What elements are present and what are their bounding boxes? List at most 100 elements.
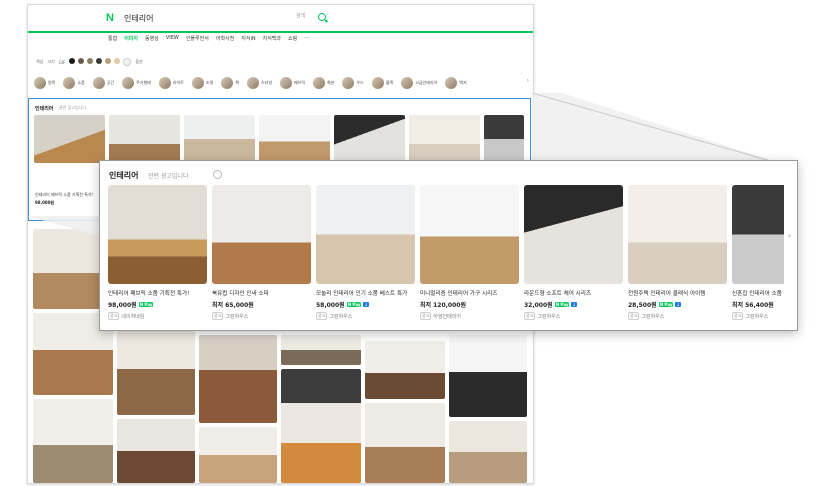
- tab-6[interactable]: 지식iN: [241, 35, 255, 42]
- keyword-chip[interactable]: 책: [221, 76, 242, 90]
- ad-store-name[interactable]: 그린하우스: [537, 313, 560, 320]
- result-image[interactable]: [281, 335, 361, 365]
- tab-7[interactable]: 지식백과: [263, 35, 281, 42]
- chevron-right-icon[interactable]: ›: [788, 231, 791, 240]
- ad-store-row: 광고 네이처네임: [108, 312, 207, 320]
- tab-2[interactable]: 동영상: [145, 35, 159, 42]
- keyword-chip-row: 원목 소품 공간 주거형태 라이트 조명 책 스타일 패브릭 화분 우드 블랙 고급인테리어 벽지: [34, 73, 529, 93]
- search-query[interactable]: 인테리어: [124, 13, 153, 24]
- ad-product-card[interactable]: 신혼집 인테리어 소품 최저 56,400원 광고 그린하우스: [732, 185, 784, 320]
- search-hint: 검색: [296, 13, 306, 19]
- color-swatch[interactable]: [123, 58, 132, 66]
- filter-option-label[interactable]: 옵션: [135, 59, 142, 65]
- naver-logo[interactable]: N: [106, 12, 114, 24]
- ad-product-title[interactable]: 라운드형 소프트 체어 시리즈: [524, 289, 623, 297]
- ad-product-title[interactable]: 전원주택 인테리어 클래식 아이템: [628, 289, 727, 297]
- color-swatch[interactable]: [87, 58, 94, 64]
- color-swatch[interactable]: [69, 58, 76, 64]
- ad-badge: 광고: [524, 312, 536, 320]
- ad-thumbnail[interactable]: [34, 115, 105, 163]
- ad-product-title[interactable]: 모놀리 인테리어 인기 소품 베스트 특가: [316, 289, 415, 297]
- ad-product-title[interactable]: 북유럽 디자인 인싸 소파: [212, 289, 311, 297]
- ad-product-price: 28,500원: [628, 302, 657, 309]
- result-image[interactable]: [449, 335, 527, 417]
- ad-product-title[interactable]: 미니멀리즘 인테리어 가구 시리즈: [420, 289, 519, 297]
- ad-product-card[interactable]: 라운드형 소프트 체어 시리즈 32,000원 N Pay ↓ 광고 그린하우스: [524, 185, 623, 320]
- ad-product-card[interactable]: 모놀리 인테리어 인기 소품 베스트 특가 58,000원 N Pay ↓ 광고 그린하우…: [316, 185, 415, 320]
- ad-thumbnail[interactable]: [409, 115, 480, 163]
- result-image[interactable]: [281, 369, 361, 483]
- result-image[interactable]: [199, 335, 277, 423]
- chip-thumbnail: [371, 77, 384, 89]
- ad-product-price-row: 최저 65,000원: [212, 300, 311, 309]
- keyword-chip[interactable]: 화분: [313, 76, 337, 90]
- result-image[interactable]: [33, 399, 113, 483]
- result-image[interactable]: [365, 403, 445, 483]
- ad-product-card[interactable]: 인테리어 패브릭 소품 기획전 특가! 98,000원 N Pay 광고 네이처네임: [108, 185, 207, 320]
- ad-store-name[interactable]: 그린하우스: [329, 313, 352, 320]
- ad-product-title[interactable]: 인테리어 패브릭 소품 기획전 특가!: [108, 289, 207, 297]
- keyword-chip[interactable]: 패브릭: [280, 76, 308, 90]
- filter-color-label[interactable]: 색상: [36, 59, 43, 65]
- tab-9[interactable]: ···: [304, 35, 309, 42]
- keyword-chip[interactable]: 주거형태: [122, 76, 154, 90]
- tab-4[interactable]: 인플루언서: [186, 35, 209, 42]
- ad-store-name[interactable]: 네이처네임: [121, 313, 144, 320]
- ad-store-name[interactable]: 아임인테리어: [433, 313, 461, 320]
- color-swatch[interactable]: [105, 58, 112, 64]
- ad-store-row: 광고 그린하우스: [316, 312, 415, 320]
- search-icon[interactable]: [318, 13, 326, 21]
- ad-thumbnail[interactable]: [184, 115, 255, 163]
- ad-product-image[interactable]: [212, 185, 311, 284]
- keyword-chip[interactable]: 원목: [34, 76, 58, 90]
- ad-product-card[interactable]: 북유럽 디자인 인싸 소파 최저 65,000원 광고 그린하우스: [212, 185, 311, 320]
- filter-size-label[interactable]: 크기: [47, 59, 54, 65]
- keyword-chip[interactable]: 블랙: [371, 76, 396, 90]
- keyword-chip[interactable]: 라이트: [158, 76, 187, 90]
- tab-3[interactable]: VIEW: [166, 35, 179, 42]
- tab-5[interactable]: 어학사전: [216, 35, 234, 42]
- ad-section-title: 인테리어: [35, 106, 54, 112]
- keyword-chip[interactable]: 우드: [342, 76, 366, 90]
- ad-product-price: 최저 56,400원: [732, 302, 774, 309]
- npay-badge: N Pay: [138, 302, 154, 307]
- ad-product-image[interactable]: [628, 185, 727, 284]
- keyword-chip[interactable]: 벽지: [445, 76, 469, 90]
- chip-thumbnail: [401, 77, 414, 89]
- ad-store-name[interactable]: 그린하우스: [225, 313, 248, 320]
- tab-0[interactable]: 통합: [108, 35, 117, 42]
- ad-badge: 광고: [316, 312, 328, 320]
- ad-product-title[interactable]: 신혼집 인테리어 소품: [732, 289, 784, 297]
- result-image[interactable]: [365, 341, 445, 399]
- tab-1[interactable]: 이미지: [124, 35, 138, 42]
- keyword-chip[interactable]: 조명: [191, 76, 216, 90]
- tab-8[interactable]: 쇼핑: [288, 35, 297, 42]
- ad-store-name[interactable]: 그린하우스: [745, 313, 768, 320]
- ad-thumbnail[interactable]: [109, 115, 180, 163]
- ad-product-image[interactable]: [524, 185, 623, 284]
- ad-thumbnail[interactable]: [334, 115, 405, 163]
- result-image[interactable]: [117, 419, 195, 483]
- ad-product-image[interactable]: [108, 185, 207, 284]
- keyword-chip[interactable]: 스타일: [246, 76, 275, 90]
- ad-store-name[interactable]: 그린하우스: [641, 313, 664, 320]
- keyword-chip[interactable]: 고급인테리어: [401, 76, 440, 90]
- ad-product-card[interactable]: 미니멀리즘 인테리어 가구 시리즈 최저 120,000원 광고 아임인테리어: [420, 185, 519, 320]
- filter-gif-label[interactable]: GIF: [59, 60, 66, 65]
- result-image[interactable]: [199, 427, 277, 483]
- color-swatch[interactable]: [114, 58, 121, 64]
- result-image[interactable]: [449, 421, 527, 483]
- keyword-chip[interactable]: 소품: [63, 76, 87, 90]
- ad-thumbnail[interactable]: [259, 115, 330, 163]
- color-swatch[interactable]: [78, 58, 85, 64]
- info-icon[interactable]: [213, 170, 222, 179]
- keyword-chip[interactable]: 공간: [92, 76, 117, 90]
- ad-product-image[interactable]: [420, 185, 519, 284]
- result-image[interactable]: [117, 331, 195, 415]
- ad-product-card[interactable]: 전원주택 인테리어 클래식 아이템 28,500원 N Pay ↓ 광고 그린하우스: [628, 185, 727, 320]
- ad-thumbnail[interactable]: [484, 115, 524, 163]
- ad-product-image[interactable]: [732, 185, 784, 284]
- chevron-right-icon[interactable]: ›: [527, 77, 529, 84]
- ad-product-image[interactable]: [316, 185, 415, 284]
- color-swatch[interactable]: [96, 58, 103, 64]
